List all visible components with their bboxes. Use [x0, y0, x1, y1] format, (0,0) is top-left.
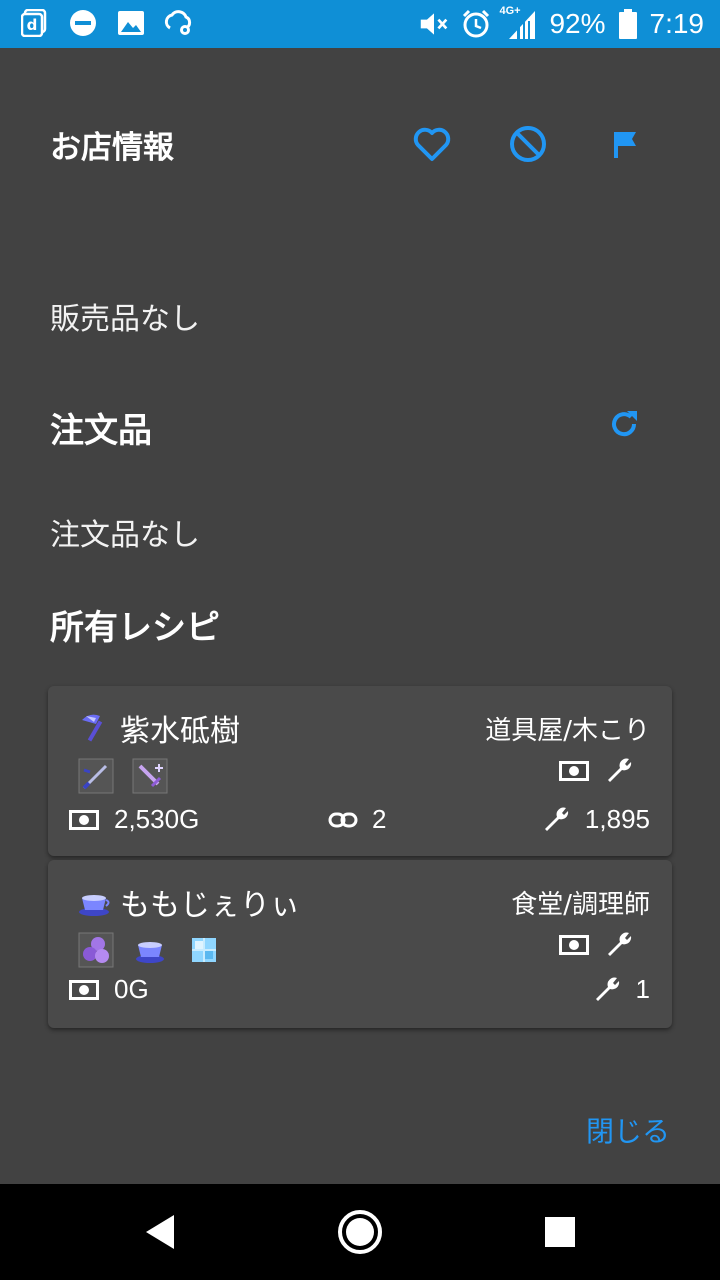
link-icon [328, 812, 358, 827]
svg-text:d: d [27, 16, 38, 34]
status-bar: d 4G+ 92% 7:19 [0, 0, 720, 48]
home-button[interactable] [336, 1208, 384, 1256]
docomo-d-icon: d [20, 8, 50, 38]
mute-icon [419, 9, 449, 39]
recents-button[interactable] [536, 1208, 584, 1256]
refresh-icon [612, 411, 637, 437]
refresh-button[interactable] [602, 402, 646, 446]
money-icon [69, 809, 99, 830]
price-value: 2,530G [114, 804, 200, 834]
page-title: お店情報 [50, 130, 174, 166]
money-icon [69, 979, 99, 1000]
recipe-name: 紫水砥樹 [120, 714, 240, 749]
money-icon [559, 935, 589, 955]
recipe-tool-count: 1 [592, 974, 650, 1005]
recents-square-icon [545, 1217, 575, 1247]
recipes-title: 所有レシピ [50, 608, 220, 648]
block-icon [510, 126, 546, 162]
recipe-price: 0G [68, 974, 149, 1005]
recipe-tool-count: 1,895 [541, 804, 650, 835]
teacup-icon [79, 895, 110, 916]
wrench-icon [544, 807, 569, 831]
recipe-job: 食堂/調理師 [511, 890, 650, 920]
close-button[interactable]: 閉じる [586, 1110, 670, 1150]
clock: 7:19 [649, 8, 705, 39]
recipe-card[interactable]: 紫水砥樹 道具屋/木こり 2,530G 2 1,895 [48, 686, 672, 856]
orders-empty-text: 注文品なし [50, 518, 200, 553]
alarm-icon [461, 9, 491, 39]
recipe-price: 2,530G [68, 804, 199, 835]
flag-icon [614, 132, 636, 158]
recipe-job: 道具屋/木こり [485, 716, 650, 746]
block-button[interactable] [506, 122, 550, 166]
ice-cube-icon [192, 938, 216, 962]
wrench-icon [608, 758, 632, 782]
battery-icon [618, 9, 638, 39]
teacup-icon [136, 942, 164, 963]
signal-icon: 4G+ [499, 5, 537, 41]
image-icon [116, 8, 146, 38]
peach-jelly-icon [78, 932, 114, 968]
home-circle-icon [338, 1210, 382, 1254]
favorite-button[interactable] [410, 122, 454, 166]
sales-empty-text: 販売品なし [50, 302, 200, 337]
wrench-icon [595, 977, 619, 1001]
recipe-links: 2 [328, 804, 386, 835]
price-value: 0G [114, 974, 149, 1004]
tool-count-value: 1,895 [584, 804, 650, 834]
recipe-card[interactable]: ももじぇりぃ 食堂/調理師 0G 1 [48, 860, 672, 1028]
orders-title: 注文品 [50, 411, 152, 451]
back-triangle-icon [146, 1215, 174, 1249]
links-value: 2 [372, 804, 387, 834]
money-icon [559, 761, 589, 781]
wrench-icon [608, 932, 632, 956]
axe-icon [82, 714, 103, 742]
recipe-name: ももじぇりぃ [120, 888, 300, 923]
cloud-settings-icon [164, 8, 194, 38]
battery-percent: 92% [549, 8, 606, 39]
heart-icon [413, 127, 451, 161]
do-not-disturb-icon [68, 8, 98, 38]
katana-icon [78, 758, 114, 794]
tool-count-value: 1 [635, 974, 650, 1004]
back-button[interactable] [136, 1208, 184, 1256]
sword-icon [132, 758, 168, 794]
report-button[interactable] [602, 122, 646, 166]
navigation-bar [0, 1184, 720, 1280]
